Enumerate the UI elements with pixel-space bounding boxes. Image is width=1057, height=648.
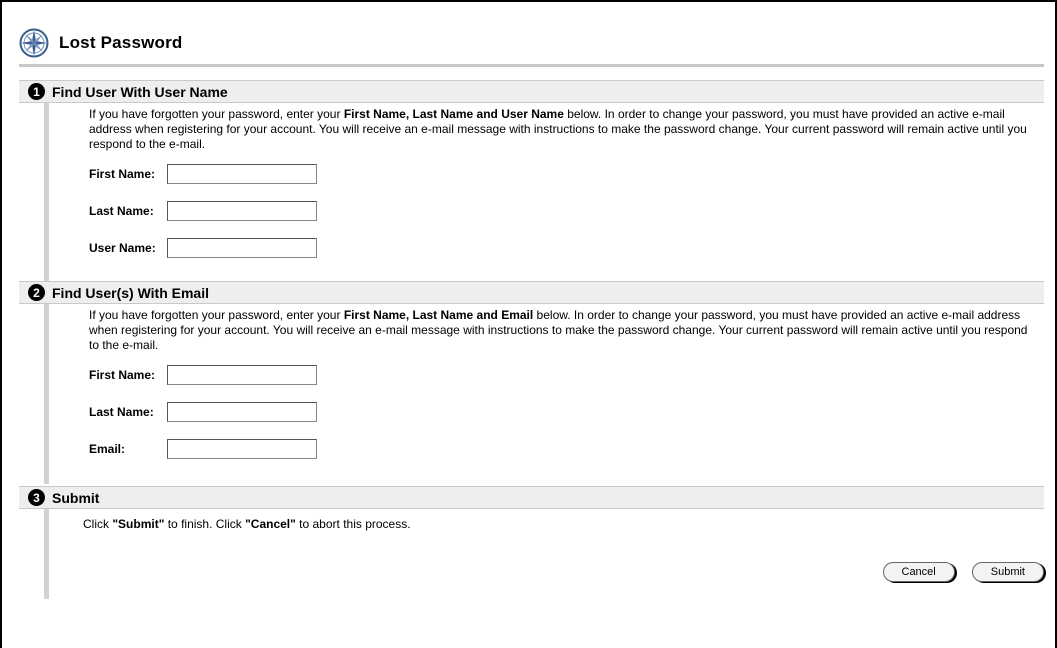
field-row-user-name: User Name: bbox=[49, 229, 1044, 266]
last-name-input[interactable] bbox=[167, 200, 317, 221]
section-title: Find User(s) With Email bbox=[52, 284, 210, 301]
section-header: 2 Find User(s) With Email bbox=[19, 281, 1044, 304]
window-frame: Lost Password 1 Find User With User Name… bbox=[0, 0, 1057, 648]
field-row-last-name: Last Name: bbox=[49, 393, 1044, 430]
email-input[interactable] bbox=[167, 438, 317, 459]
first-name-label: First Name: bbox=[89, 166, 156, 181]
step-number-badge: 2 bbox=[28, 284, 45, 301]
section-description: If you have forgotten your password, ent… bbox=[89, 308, 1028, 352]
section-find-by-email: 2 Find User(s) With Email If you have fo… bbox=[19, 281, 1044, 484]
header-divider bbox=[19, 64, 1044, 67]
field-row-first-name: First Name: bbox=[49, 356, 1044, 393]
section-title: Submit bbox=[52, 489, 100, 506]
last-name-label: Last Name: bbox=[89, 203, 154, 218]
user-name-label: User Name: bbox=[89, 240, 156, 255]
field-row-email: Email: bbox=[49, 430, 1044, 467]
cancel-button[interactable]: Cancel bbox=[882, 562, 955, 582]
field-row-last-name: Last Name: bbox=[49, 192, 1044, 229]
first-name-label: First Name: bbox=[89, 367, 156, 382]
section-submit: 3 Submit Click "Submit" to finish. Click… bbox=[19, 486, 1044, 599]
step-number-badge: 1 bbox=[28, 83, 45, 100]
section-header: 3 Submit bbox=[19, 486, 1044, 509]
section-header: 1 Find User With User Name bbox=[19, 80, 1044, 103]
section-body: Click "Submit" to finish. Click "Cancel"… bbox=[44, 509, 1044, 599]
section-body: If you have forgotten your password, ent… bbox=[44, 103, 1044, 299]
email-label: Email: bbox=[89, 441, 126, 456]
user-name-input[interactable] bbox=[167, 237, 317, 258]
page-title: Lost Password bbox=[59, 33, 183, 52]
last-name-label: Last Name: bbox=[89, 404, 154, 419]
last-name-input[interactable] bbox=[167, 401, 317, 422]
compass-icon bbox=[19, 28, 49, 58]
submit-button[interactable]: Submit bbox=[971, 562, 1044, 582]
section-body: If you have forgotten your password, ent… bbox=[44, 304, 1044, 484]
section-find-by-username: 1 Find User With User Name If you have f… bbox=[19, 80, 1044, 299]
step-number-badge: 3 bbox=[28, 489, 45, 506]
form-buttons: Cancel Submit bbox=[882, 562, 1044, 582]
section-description: If you have forgotten your password, ent… bbox=[89, 107, 1027, 151]
field-row-first-name: First Name: bbox=[49, 155, 1044, 192]
first-name-input[interactable] bbox=[167, 163, 317, 184]
submit-instructions: Click "Submit" to finish. Click "Cancel"… bbox=[83, 517, 411, 531]
page-header: Lost Password bbox=[19, 24, 183, 62]
first-name-input[interactable] bbox=[167, 364, 317, 385]
section-title: Find User With User Name bbox=[52, 83, 228, 100]
